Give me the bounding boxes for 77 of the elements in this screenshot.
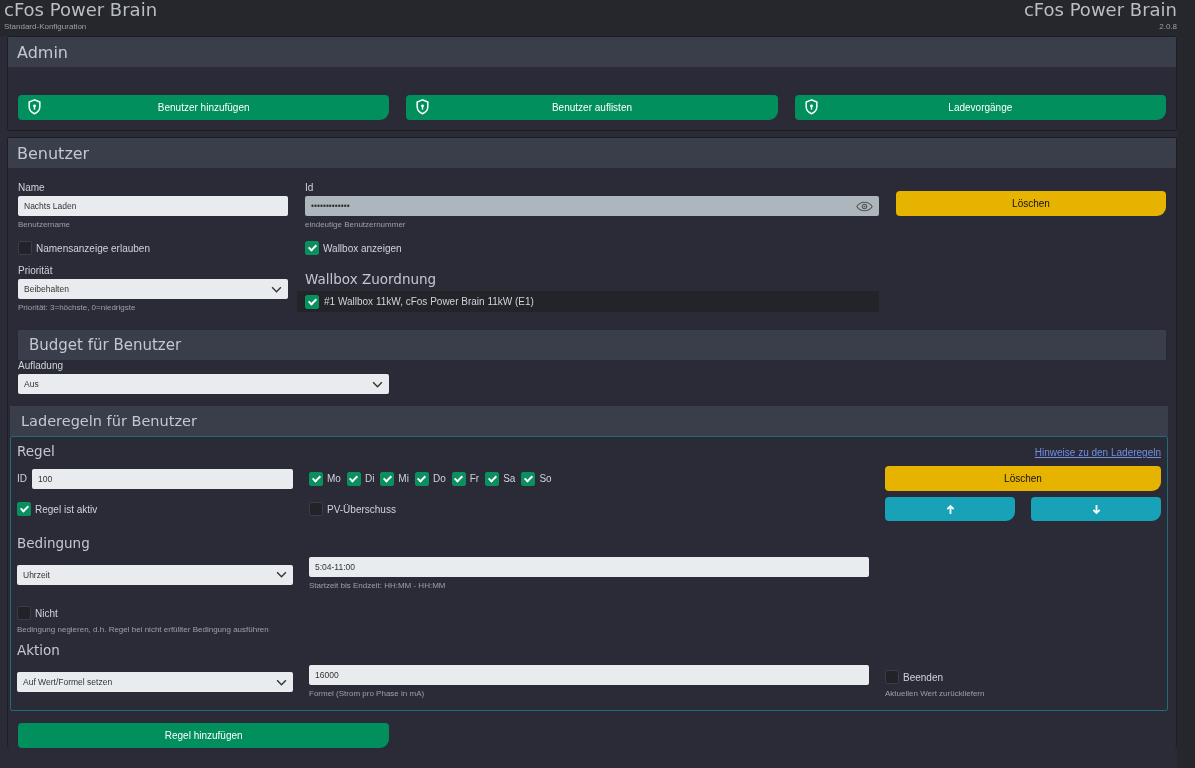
checkbox-label: Fr xyxy=(469,473,480,484)
arrow-down-icon xyxy=(1091,503,1101,515)
admin-button[interactable]: Benutzer auflisten xyxy=(406,95,778,120)
wallbox-list-item[interactable]: #1 Wallbox 11kW, cFos Power Brain 11kW (E1) xyxy=(297,291,879,312)
checkbox[interactable] xyxy=(451,471,466,486)
add-rule-button[interactable]: Regel hinzufügen xyxy=(18,723,390,748)
help-text: Aktuellen Wert zurückliefern xyxy=(885,688,986,700)
checkbox[interactable] xyxy=(17,606,31,620)
version-label: 2.0.8 xyxy=(1158,21,1177,33)
shield-icon xyxy=(803,99,819,115)
chevron-down-icon xyxy=(271,285,282,293)
field-label: Name xyxy=(18,182,46,193)
checkbox[interactable] xyxy=(17,502,31,516)
checkbox-label: Mo xyxy=(327,473,341,484)
checkbox-label: Mi xyxy=(398,473,409,484)
chevron-down-icon xyxy=(276,678,287,686)
help-text: Bedingung negieren, d.h. Regel bei nicht erfüllter Bedingung ausführen xyxy=(17,624,270,636)
app-title: cFos Power Brain xyxy=(4,0,158,20)
checkbox[interactable] xyxy=(521,471,536,486)
checkbox[interactable] xyxy=(18,241,32,255)
checkbox-label: Di xyxy=(364,473,375,484)
checkbox[interactable] xyxy=(305,294,319,309)
rule-title: Bedingung xyxy=(17,535,91,551)
app-title: cFos Power Brain xyxy=(1023,0,1177,20)
checkbox-label: Wallbox anzeigen xyxy=(323,242,402,254)
help-text: eindeutige Benutzernummer xyxy=(305,219,407,231)
field-label: Aufladung xyxy=(18,360,65,371)
section-title: Budget für Benutzer xyxy=(29,336,182,354)
chevron-down-icon xyxy=(276,571,287,578)
checkbox-label: #1 Wallbox 11kW, cFos Power Brain 11kW (E1) xyxy=(324,296,534,307)
arrow-up-icon xyxy=(945,503,955,515)
shield-icon xyxy=(415,99,431,115)
id-field[interactable]: 100 xyxy=(32,468,293,489)
chevron-down-icon xyxy=(372,380,384,388)
checkbox[interactable] xyxy=(485,471,500,486)
delete-button[interactable]: Löschen xyxy=(885,466,1161,491)
field-label: Id xyxy=(305,182,315,193)
help-link[interactable]: Hinweise zu den Laderegeln xyxy=(1034,447,1161,458)
checkbox[interactable] xyxy=(305,241,319,255)
checkbox[interactable] xyxy=(346,471,361,486)
checkbox-label: Regel ist aktiv xyxy=(35,503,98,515)
checkbox-label: So xyxy=(539,473,552,484)
shield-icon xyxy=(27,99,42,115)
delete-button[interactable]: Löschen xyxy=(896,191,1166,216)
time-range-field[interactable]: 5:04-11:00 xyxy=(309,557,869,577)
help-text: Priorität: 3=höchste, 0=niedrigste xyxy=(18,302,137,314)
config-name: Standard-Konfiguration xyxy=(4,21,88,33)
checkbox-label: Sa xyxy=(503,473,516,484)
checkbox[interactable] xyxy=(414,471,429,486)
priority-select[interactable]: Beibehalten xyxy=(18,279,288,299)
checkbox-label: Nicht xyxy=(35,607,58,619)
help-text: Benutzername xyxy=(18,219,72,231)
formula-field[interactable]: 16000 xyxy=(309,664,869,685)
rule-title: Regel xyxy=(17,443,56,459)
checkbox[interactable] xyxy=(309,471,323,486)
help-text: Startzeit bis Endzeit: HH:MM - HH:MM xyxy=(309,580,447,592)
section-title: Laderegeln für Benutzer xyxy=(21,413,197,429)
admin-button[interactable]: Ladevorgänge xyxy=(794,95,1166,120)
action-select[interactable]: Auf Wert/Formel setzen xyxy=(17,672,293,692)
help-text: Formel (Strom pro Phase in mA) xyxy=(309,687,426,700)
checkbox[interactable] xyxy=(380,471,395,486)
checkbox-label: Namensanzeige erlauben xyxy=(36,242,150,254)
checkbox-label: PV-Überschuss xyxy=(327,503,396,515)
field-label: Priorität xyxy=(18,265,54,276)
section-title: Benutzer xyxy=(17,143,90,163)
checkbox-label: Beenden xyxy=(903,671,944,683)
rule-title: Aktion xyxy=(17,642,61,658)
checkbox-label: Do xyxy=(432,473,446,484)
section-title: Admin xyxy=(17,42,68,62)
checkbox[interactable] xyxy=(309,502,323,516)
subsection-title: Wallbox Zuordnung xyxy=(305,271,438,287)
condition-select[interactable]: Uhrzeit xyxy=(17,564,293,585)
admin-button[interactable]: Benutzer hinzufügen xyxy=(18,95,390,120)
name-field[interactable]: Nachts Laden xyxy=(18,196,288,216)
checkbox[interactable] xyxy=(885,670,899,684)
field-label: ID xyxy=(17,473,27,484)
charging-select[interactable]: Aus xyxy=(18,374,390,394)
